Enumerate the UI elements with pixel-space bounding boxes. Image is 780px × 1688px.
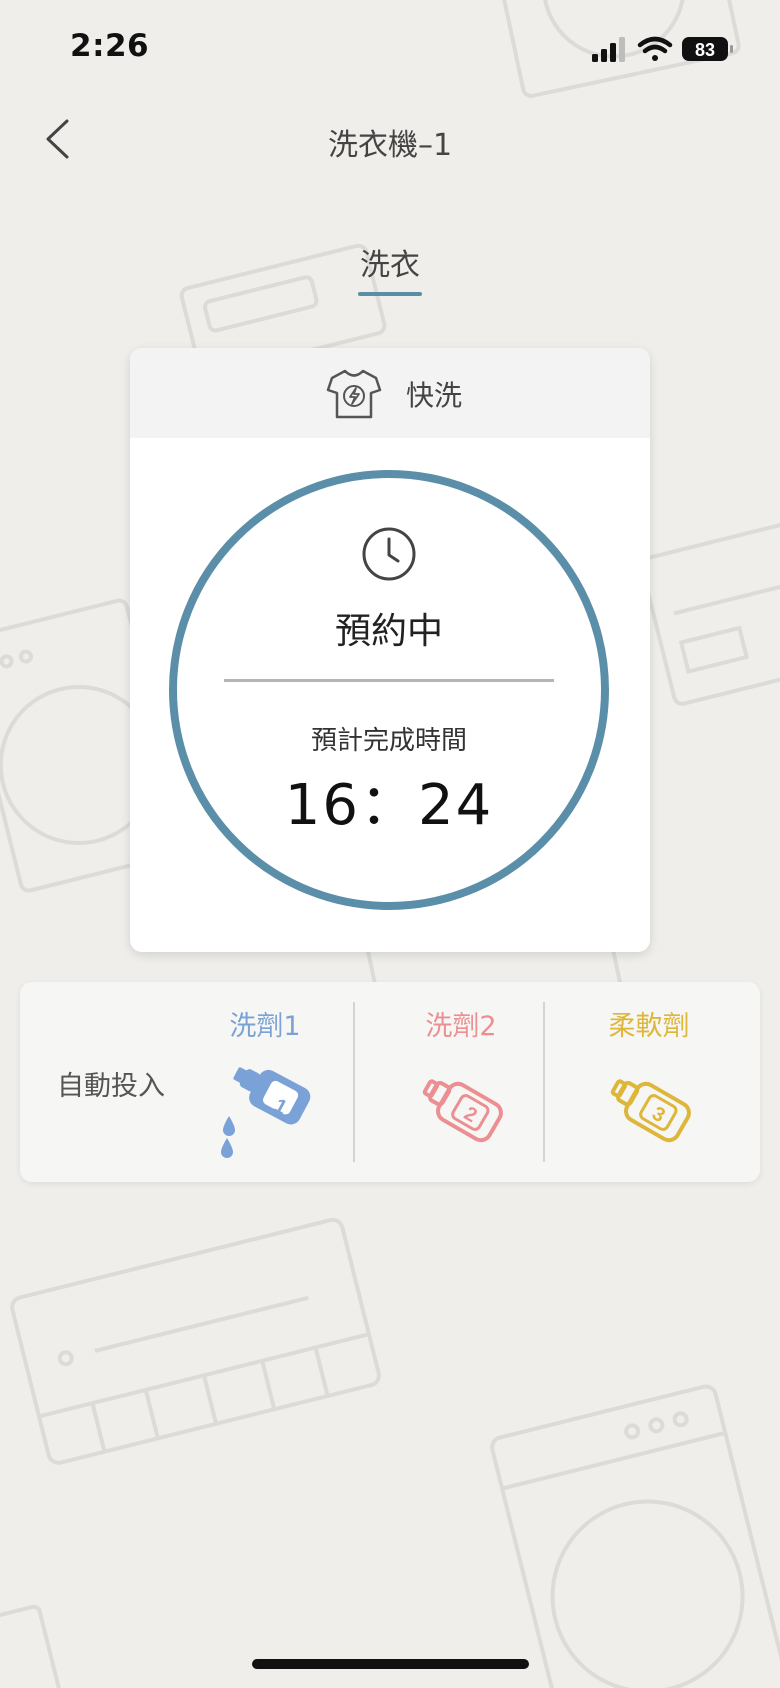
dial-divider: [224, 679, 554, 682]
status-time: 2:26: [70, 28, 150, 64]
detergent-1-slot[interactable]: 洗劑1 1: [170, 982, 360, 1182]
detergent-bottle-pouring-icon: 1: [221, 1067, 311, 1158]
slot-divider: [353, 1002, 355, 1162]
battery-icon: 83: [682, 37, 733, 61]
home-indicator[interactable]: [252, 1659, 529, 1669]
auto-dispense-panel: 自動投入 洗劑1 1 洗劑2 2 柔軟劑 3: [20, 982, 760, 1182]
reservation-status: 預約中: [334, 611, 443, 652]
tab-wash-label: 洗衣: [360, 248, 420, 283]
detergent-2-slot[interactable]: 洗劑2 2: [366, 982, 556, 1182]
page-title: 洗衣機–1: [327, 128, 453, 163]
tshirt-lightning-icon: [326, 369, 382, 419]
wash-mode-label: 快洗: [406, 379, 463, 412]
clock-icon: [362, 527, 416, 581]
battery-level: 83: [695, 40, 715, 60]
wash-status-card: 快洗 預約中 預計完成時間 16：24: [130, 348, 650, 952]
status-dial: 預約中 預計完成時間 16：24: [169, 470, 609, 910]
wash-mode-header: 快洗: [130, 348, 650, 438]
finish-time-label: 預計完成時間: [310, 726, 467, 756]
detergent-2-label: 洗劑2: [425, 1011, 497, 1042]
tab-active-indicator: [358, 292, 422, 296]
wifi-icon: [637, 36, 673, 61]
softener-label: 柔軟劑: [608, 1011, 690, 1042]
softener-bottle-icon: 3: [610, 1079, 691, 1143]
softener-slot[interactable]: 柔軟劑 3: [554, 982, 744, 1182]
detergent-1-label: 洗劑1: [229, 1011, 301, 1042]
auto-dispense-label: 自動投入: [57, 1071, 165, 1102]
nav-bar: 洗衣機–1: [0, 100, 780, 180]
status-bar: 2:26 83: [0, 0, 780, 100]
slot-divider: [543, 1002, 545, 1162]
detergent-bottle-icon: 2: [422, 1079, 503, 1143]
finish-time-value: 16：24: [284, 773, 494, 838]
tab-wash[interactable]: 洗衣: [344, 240, 436, 296]
status-icons: 83: [592, 36, 733, 62]
cellular-signal-icon: [592, 37, 625, 62]
